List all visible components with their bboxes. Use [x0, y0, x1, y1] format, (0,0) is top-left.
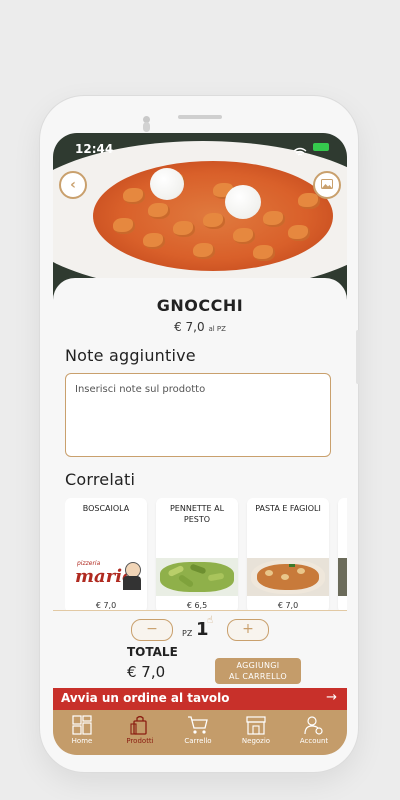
tab-label: Carrello [184, 737, 212, 745]
arrow-right-icon: → [326, 690, 337, 705]
pennette-photo [156, 558, 238, 596]
store-icon [245, 715, 267, 735]
banner-text: Avvia un ordine al tavolo [61, 691, 230, 705]
add-button-line2: AL CARRELLO [229, 672, 287, 681]
related-heading: Correlati [65, 470, 136, 489]
increase-quantity-button[interactable]: + [227, 619, 269, 641]
tab-account[interactable]: Account [285, 712, 343, 754]
card-price: € 6,5 [186, 601, 208, 610]
card-name: BOSCAIOLA [82, 504, 130, 513]
start-table-order-banner[interactable]: Avvia un ordine al tavolo → [53, 688, 347, 710]
add-to-cart-button[interactable]: AGGIUNGI AL CARRELLO [215, 658, 301, 684]
image-icon [321, 177, 333, 193]
notes-heading: Note aggiuntive [65, 346, 196, 365]
pasta-fagioli-photo [247, 558, 329, 596]
tab-label: Home [71, 737, 93, 745]
side-button [356, 330, 360, 384]
notes-input[interactable]: Inserisci note sul prodotto [65, 373, 331, 457]
card-name: PENNETTE AL PESTO [169, 504, 225, 524]
bag-icon [129, 715, 151, 735]
related-card-partial[interactable] [338, 498, 347, 613]
card-price: € 7,0 [95, 601, 117, 610]
back-button[interactable]: ‹ [59, 171, 87, 199]
tab-home[interactable]: Home [53, 712, 111, 754]
related-card-pasta-fagioli[interactable]: PASTA E FAGIOLI € 7,0 [247, 498, 329, 613]
quantity-unit: PZ [182, 629, 193, 638]
product-title: GNOCCHI [156, 296, 244, 315]
price-unit: al PZ [208, 325, 226, 333]
bottom-tab-bar: Home Prodotti Carrello Negozio Account [53, 710, 347, 755]
card-price: € 7,0 [277, 601, 299, 610]
tab-label: Prodotti [126, 737, 154, 745]
status-time: 12:44 [75, 142, 114, 156]
chevron-left-icon: ‹ [70, 177, 76, 193]
product-sheet: GNOCCHI € 7,0 al PZ Note aggiuntive Inse… [53, 278, 347, 613]
related-card-pennette[interactable]: PENNETTE AL PESTO € 6,5 [156, 498, 238, 613]
tab-label: Negozio [241, 737, 271, 745]
tab-carrello[interactable]: Carrello [169, 712, 227, 754]
home-grid-icon [71, 715, 93, 735]
price-value: € 7,0 [174, 320, 205, 334]
pizzeria-logo: pizzeria mario [65, 558, 147, 596]
gallery-button[interactable] [313, 171, 341, 199]
pointer-hand-icon: ☝ [207, 615, 214, 626]
wifi-icon [293, 142, 307, 156]
speaker-grille [178, 115, 222, 119]
product-price: € 7,0 al PZ [53, 320, 347, 334]
card-name: PASTA E FAGIOLI [255, 504, 321, 513]
cart-controls: − PZ 1 ☝ + TOTALE € 7,0 AGGIUNGI AL CARR… [53, 610, 347, 688]
total-label: TOTALE [127, 645, 178, 659]
add-button-line1: AGGIUNGI [236, 661, 280, 670]
sensor-dot [143, 122, 150, 132]
app-screen: 12:44 ‹ GNOCCHI € 7,0 al PZ Note aggiunt… [53, 133, 347, 755]
decrease-quantity-button[interactable]: − [131, 619, 173, 641]
tab-prodotti[interactable]: Prodotti [111, 712, 169, 754]
related-card-boscaiola[interactable]: BOSCAIOLA pizzeria mario € 7,0 [65, 498, 147, 613]
partial-photo [338, 558, 347, 596]
related-carousel[interactable]: BOSCAIOLA pizzeria mario € 7,0 PENNETTE … [65, 498, 347, 613]
total-value: € 7,0 [127, 663, 166, 681]
tab-negozio[interactable]: Negozio [227, 712, 285, 754]
battery-icon [313, 143, 329, 151]
cart-icon [187, 715, 209, 735]
tab-label: Account [299, 737, 329, 745]
account-gear-icon [303, 715, 325, 735]
status-icons [293, 142, 329, 156]
